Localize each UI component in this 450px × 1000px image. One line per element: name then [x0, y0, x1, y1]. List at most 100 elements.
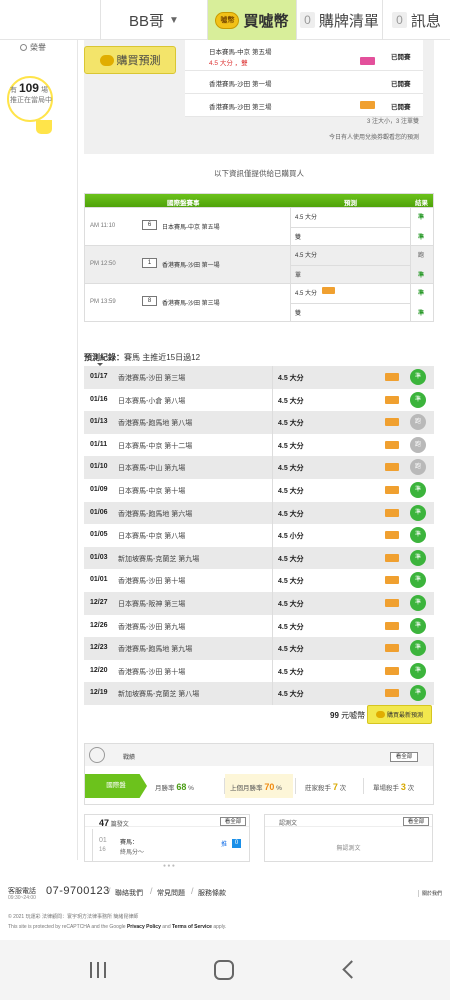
- record-prediction: 4.5 大分: [278, 623, 304, 631]
- record-date: 01/13: [90, 418, 108, 426]
- divider: [272, 682, 273, 705]
- stats-more-button[interactable]: 看全部: [390, 752, 418, 762]
- record-prediction: 4.5 大分: [278, 555, 304, 563]
- record-date: 12/27: [90, 598, 108, 606]
- result-badge: 準: [410, 549, 426, 566]
- honor-link[interactable]: 榮譽: [20, 42, 46, 53]
- prediction-list: 日本賽馬-中京 第五場 4.5 大分 ，雙 已開賽 香港賽馬-沙田 第一場 已開…: [185, 40, 423, 117]
- divider: [272, 501, 273, 525]
- about-link[interactable]: 關於我們: [418, 890, 442, 897]
- record-row: 12/23 香港賽馬-跑馬地 第九場 4.5 大分 準: [84, 637, 434, 660]
- divider: [272, 366, 273, 389]
- result-badge: 準: [410, 369, 426, 385]
- recent-apps-icon[interactable]: [90, 962, 106, 978]
- divider: [272, 456, 273, 479]
- pager-dots: ● ● ●: [163, 863, 175, 869]
- tag-icon: [385, 373, 399, 381]
- buy-latest-prediction-button[interactable]: 購買最新預測: [367, 705, 432, 724]
- terms-link[interactable]: 服務條款: [198, 888, 226, 898]
- divider: [272, 614, 273, 638]
- record-date: 01/09: [90, 485, 108, 493]
- record-game: 香港賽馬-跑馬地 第八場: [118, 420, 193, 428]
- draft-more-button[interactable]: 看全部: [403, 817, 429, 826]
- draft-box: 認測文 看全部 無認測文: [264, 814, 433, 862]
- divider: [272, 388, 273, 412]
- prediction-note: 3 注大小，3 注單雙: [366, 119, 419, 125]
- record-game: 香港賽馬-沙田 第十場: [118, 668, 186, 676]
- faq-link[interactable]: 常見問題: [157, 888, 185, 898]
- cart-button[interactable]: 0 購牌清單: [296, 0, 382, 40]
- divider: [272, 433, 273, 457]
- record-date: 01/06: [90, 508, 108, 516]
- buy-prediction-button[interactable]: 購買預測: [84, 46, 176, 74]
- tag-icon: [385, 666, 399, 675]
- result-badge: 準: [410, 504, 426, 521]
- divider: [272, 524, 273, 547]
- table-row: PM 12:50 1 香港賽馬-沙田 第一場 4.5 大分 單 跑 準: [85, 245, 433, 284]
- posts-box: 47 篇發文 看全部 01 賽馬： 16 終馬分～ 推 0 ● ● ●: [84, 814, 250, 869]
- tag-icon: [385, 531, 399, 540]
- divider: [272, 659, 273, 683]
- user-menu[interactable]: BB哥 ▼: [100, 0, 208, 40]
- result-badge: 準: [410, 527, 426, 544]
- home-icon[interactable]: [214, 960, 234, 980]
- record-prediction: 4.5 大分: [278, 397, 304, 405]
- android-nav-bar: [0, 940, 450, 1000]
- hit-count: 109: [18, 81, 39, 95]
- record-game: 日本賽馬-中京 第八場: [118, 533, 186, 541]
- record-prediction: 4.5 大分: [278, 646, 304, 654]
- contact-link[interactable]: 聯絡我們: [115, 888, 143, 898]
- record-game: 香港賽馬-跑馬地 第六場: [118, 510, 193, 518]
- coin-icon: [375, 711, 385, 718]
- record-date: 12/19: [90, 689, 108, 697]
- record-date: 12/26: [90, 621, 108, 629]
- month-win-rate: 月勝率 68 %: [155, 782, 194, 792]
- record-prediction: 4.5 大分: [278, 691, 304, 699]
- record-row: 01/16 日本賽馬-小倉 第八場 4.5 大分 準: [84, 388, 434, 412]
- record-row: 12/27 日本賽馬-阪神 第三場 4.5 大分 準: [84, 591, 434, 615]
- radar-icon: [89, 747, 105, 763]
- privacy-link[interactable]: Privacy Policy: [127, 924, 161, 930]
- phone-number[interactable]: 07-9700123: [46, 885, 110, 897]
- recaptcha-note: This site is protected by reCAPTCHA and …: [8, 924, 227, 930]
- prediction-item: 香港賽馬-沙田 第三場 已開賽: [185, 94, 423, 117]
- record-game: 日本賽馬-中山 第九場: [118, 465, 186, 473]
- table-row: PM 13:59 8 香港賽馬-沙田 第三場 4.5 大分 雙 準 準: [85, 283, 433, 322]
- record-prediction: 4.5 大分: [278, 600, 304, 608]
- record-row: 01/05 日本賽馬-中京 第八場 4.5 小分 準: [84, 524, 434, 547]
- record-row: 12/19 新加坡賽馬-克蘭芝 第八場 4.5 大分 準: [84, 682, 434, 705]
- coin-icon: [99, 54, 114, 66]
- tag-icon: [360, 101, 375, 109]
- record-game: 香港賽馬-沙田 第九場: [118, 623, 186, 631]
- hit-counter: 有 109 場 推正在當局中: [10, 81, 52, 104]
- back-icon[interactable]: [342, 960, 356, 980]
- record-row: 12/20 香港賽馬-沙田 第十場 4.5 大分 準: [84, 659, 434, 683]
- messages-button[interactable]: 0 訊息: [382, 0, 450, 40]
- result-badge: 準: [410, 391, 426, 408]
- posts-more-button[interactable]: 看全部: [220, 817, 246, 826]
- tos-link[interactable]: Terms of Service: [172, 924, 212, 930]
- record-row: 01/03 新加坡賽馬-克蘭芝 第九場 4.5 大分 準: [84, 546, 434, 570]
- record-date: 01/11: [90, 440, 108, 448]
- record-game: 日本賽馬-中京 第十二場: [118, 442, 193, 450]
- record-prediction: 4.5 大分: [278, 668, 304, 676]
- record-row: 01/06 香港賽馬-跑馬地 第六場 4.5 大分 準: [84, 501, 434, 525]
- tab-international[interactable]: 國際盤: [85, 774, 147, 798]
- record-date: 12/20: [90, 666, 108, 674]
- record-date: 01/05: [90, 531, 108, 539]
- record-row: 12/26 香港賽馬-沙田 第九場 4.5 大分 準: [84, 614, 434, 638]
- record-date: 01/01: [90, 576, 108, 584]
- tag-icon: [385, 508, 399, 517]
- record-prediction: 4.5 大分: [278, 578, 304, 586]
- result-badge: 準: [410, 640, 426, 657]
- record-row: 01/10 日本賽馬-中山 第九場 4.5 大分 跑: [84, 456, 434, 479]
- divider: [272, 546, 273, 570]
- stats-panel: 戰績 看全部 國際盤 月勝率 68 % 上個月勝率 70 % 莊家殺手 7 次 …: [84, 743, 434, 805]
- post-link[interactable]: 賽馬：: [120, 837, 138, 846]
- record-game: 日本賽馬-中京 第十場: [118, 487, 186, 495]
- tag-icon: [385, 689, 399, 698]
- result-badge: 跑: [410, 459, 426, 476]
- buy-coins-button[interactable]: 噓幣 買噓幣: [208, 0, 296, 40]
- record-row: 01/13 香港賽馬-跑馬地 第八場 4.5 大分 跑: [84, 411, 434, 434]
- tag-icon: [385, 395, 399, 404]
